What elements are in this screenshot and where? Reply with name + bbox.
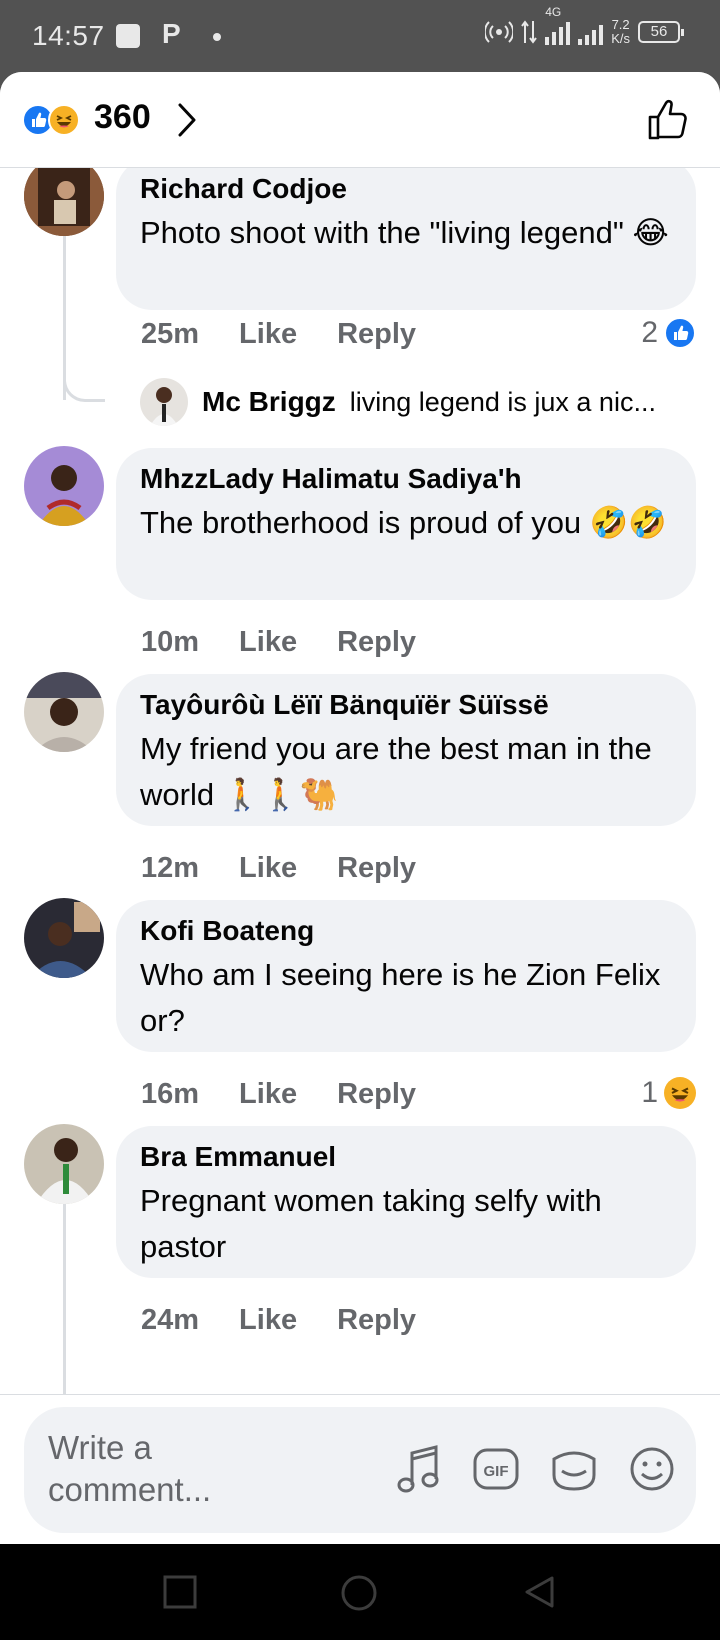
music-icon[interactable] — [396, 1445, 442, 1495]
reply-thread-line — [63, 1200, 66, 1394]
comment-input[interactable]: Write a comment... GIF — [24, 1407, 696, 1533]
more-notifications-dot-icon — [213, 33, 221, 41]
system-navigation-bar — [0, 1544, 720, 1640]
comment-author[interactable]: Tayôurôù Lëïï Bänquïër Süïssë — [140, 684, 672, 726]
comment-actions: 10m Like Reply — [141, 626, 416, 659]
comment-actions: 12m Like Reply — [141, 852, 416, 885]
signal-2-icon — [578, 19, 604, 45]
back-icon[interactable] — [522, 1574, 558, 1610]
reaction-count[interactable]: 360 — [94, 98, 151, 137]
avatar[interactable] — [24, 672, 104, 752]
comment-author[interactable]: MhzzLady Halimatu Sadiya'h — [140, 458, 672, 500]
battery-level: 56 — [650, 23, 668, 40]
reactions-summary[interactable] — [22, 104, 86, 138]
svg-text:GIF: GIF — [484, 1463, 509, 1480]
chevron-right-icon[interactable] — [176, 102, 198, 138]
comment-bubble: Richard Codjoe Photo shoot with the "liv… — [116, 158, 696, 310]
comment-actions: 16m Like Reply — [141, 1078, 416, 1111]
status-indicators: 4G 7.2 K/s 56 — [485, 5, 684, 46]
status-time: 14:57 — [32, 20, 105, 51]
like-icon — [664, 317, 696, 349]
signal-1-icon — [545, 19, 571, 45]
comment-composer: Write a comment... GIF — [0, 1394, 720, 1544]
reply-author[interactable]: Mc Briggz — [202, 386, 336, 418]
comment-text: Photo shoot with the "living legend" 😂 — [140, 215, 669, 250]
reply-button[interactable]: Reply — [337, 318, 416, 351]
comment-bubble: Bra Emmanuel Pregnant women taking selfy… — [116, 1126, 696, 1278]
sticker-icon[interactable] — [550, 1445, 598, 1493]
haha-reaction-icon — [48, 104, 80, 136]
home-icon[interactable] — [340, 1574, 378, 1612]
comment-actions: 25m Like Reply — [141, 318, 416, 351]
reply-preview[interactable]: Mc Briggz living legend is jux a nic... — [140, 378, 656, 426]
comment-author[interactable]: Bra Emmanuel — [140, 1136, 672, 1178]
reply-text: living legend is jux a nic... — [349, 386, 656, 417]
comment-bubble: Kofi Boateng Who am I seeing here is he … — [116, 900, 696, 1052]
battery-icon: 56 — [638, 21, 684, 43]
like-button[interactable]: Like — [239, 1078, 297, 1111]
reply-thread-curve — [63, 360, 105, 402]
avatar[interactable] — [140, 378, 188, 426]
reply-button[interactable]: Reply — [337, 626, 416, 659]
comment-author[interactable]: Kofi Boateng — [140, 910, 672, 952]
comment-time: 24m — [141, 1304, 200, 1336]
reply-button[interactable]: Reply — [337, 852, 416, 885]
avatar[interactable] — [24, 156, 104, 236]
like-button[interactable]: Like — [239, 318, 297, 351]
comment-text: Who am I seeing here is he Zion Felix or… — [140, 957, 661, 1038]
comment-bubble: MhzzLady Halimatu Sadiya'h The brotherho… — [116, 448, 696, 600]
reactions-header: 360 — [0, 72, 720, 168]
hotspot-icon — [485, 21, 514, 43]
network-type: 4G — [545, 5, 562, 19]
comments-sheet: 360 Richard Codjoe Photo shoot with the … — [0, 72, 720, 1544]
network-speed-value: 7.2 — [611, 17, 630, 32]
comment-reactions[interactable]: 1 — [641, 1076, 696, 1110]
comment-bubble: Tayôurôù Lëïï Bänquïër Süïssë My friend … — [116, 674, 696, 826]
comment-text: Pregnant women taking selfy with pastor — [140, 1183, 602, 1264]
avatar[interactable] — [24, 1124, 104, 1204]
emoji-icon[interactable] — [628, 1445, 676, 1493]
comment-time: 10m — [141, 626, 200, 658]
like-button[interactable]: Like — [239, 626, 297, 659]
comment-text: My friend you are the best man in the wo… — [140, 731, 652, 812]
comment-actions: 24m Like Reply — [141, 1304, 416, 1337]
recent-apps-icon[interactable] — [162, 1574, 198, 1610]
comment-time: 12m — [141, 852, 200, 884]
gif-icon[interactable]: GIF — [472, 1445, 520, 1493]
reply-button[interactable]: Reply — [337, 1078, 416, 1111]
network-speed-unit: K/s — [611, 31, 630, 46]
comment-time: 25m — [141, 318, 200, 350]
like-button[interactable]: Like — [239, 852, 297, 885]
network-speed: 7.2 K/s — [611, 18, 630, 46]
comment-time: 16m — [141, 1078, 200, 1110]
composer-tools: GIF — [396, 1445, 676, 1495]
reply-button[interactable]: Reply — [337, 1304, 416, 1337]
data-arrows-icon — [521, 20, 538, 44]
like-post-icon[interactable] — [646, 98, 690, 142]
comment-placeholder[interactable]: Write a comment... — [48, 1427, 248, 1511]
status-bar: 14:57 P 4G 7.2 K/s 56 — [0, 0, 720, 72]
comment-text: The brotherhood is proud of you 🤣🤣 — [140, 505, 667, 540]
haha-icon — [664, 1077, 696, 1109]
comment-reaction-count: 1 — [641, 1076, 658, 1109]
notification-square-icon — [116, 24, 140, 48]
parking-notification-icon: P — [162, 18, 181, 49]
like-button[interactable]: Like — [239, 1304, 297, 1337]
comment-reaction-count: 2 — [641, 316, 658, 349]
avatar[interactable] — [24, 898, 104, 978]
comment-reactions[interactable]: 2 — [641, 316, 696, 350]
comment-author[interactable]: Richard Codjoe — [140, 168, 672, 210]
avatar[interactable] — [24, 446, 104, 526]
